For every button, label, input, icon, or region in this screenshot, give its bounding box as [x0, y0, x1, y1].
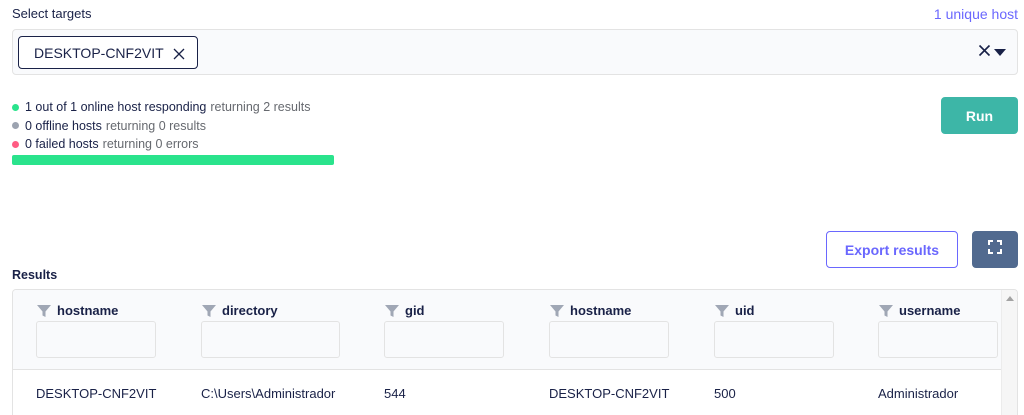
filter-icon — [202, 304, 216, 318]
clear-all-icon[interactable] — [978, 44, 991, 62]
offline-status: 0 offline hosts returning 0 results — [12, 117, 310, 136]
column-header-gid[interactable]: gid — [385, 303, 425, 318]
table-cell: 544 — [384, 386, 406, 401]
export-results-button[interactable]: Export results — [826, 231, 958, 268]
failed-status-text: 0 failed hosts — [25, 137, 99, 151]
filter-icon — [385, 304, 399, 318]
column-header-label: gid — [405, 303, 425, 318]
column-header-hostname-2[interactable]: hostname — [550, 303, 631, 318]
column-header-username[interactable]: username — [879, 303, 960, 318]
run-button[interactable]: Run — [941, 97, 1018, 134]
table-cell: Administrador — [878, 386, 959, 401]
column-header-label: uid — [735, 303, 755, 318]
fullscreen-button[interactable] — [972, 231, 1018, 268]
unique-host-count: 1 unique host — [933, 6, 1018, 22]
progress-bar — [12, 155, 334, 165]
remove-chip-icon[interactable] — [173, 47, 185, 59]
table-cell: C:\Users\Administrador — [201, 386, 336, 401]
table-cell: 500 — [714, 386, 736, 401]
fullscreen-icon — [988, 240, 1002, 259]
offline-dot-icon — [12, 122, 19, 130]
online-status: 1 out of 1 online host responding return… — [12, 98, 310, 117]
scroll-up-arrow-icon[interactable] — [1006, 296, 1014, 301]
column-header-label: directory — [222, 303, 278, 318]
filter-input-hostname[interactable] — [36, 321, 156, 358]
filter-icon — [37, 304, 51, 318]
online-status-suffix: returning 2 results — [210, 100, 311, 114]
filter-input-hostname-2[interactable] — [549, 321, 669, 358]
select-targets-label: Select targets — [12, 6, 92, 21]
filter-input-gid[interactable] — [384, 321, 504, 358]
filter-icon — [879, 304, 893, 318]
table-cell: DESKTOP-CNF2VIT — [36, 386, 157, 401]
table-header: hostname directory gid hostname uid user… — [13, 290, 1003, 370]
column-header-uid[interactable]: uid — [715, 303, 755, 318]
failed-status-suffix: returning 0 errors — [102, 137, 199, 151]
offline-status-suffix: returning 0 results — [105, 118, 206, 133]
target-chip-label: DESKTOP-CNF2VIT — [34, 44, 164, 61]
table-scrollbar[interactable] — [1001, 290, 1017, 415]
offline-status-text: 0 offline hosts — [25, 118, 102, 133]
target-chip: DESKTOP-CNF2VIT — [18, 36, 198, 69]
filter-input-uid[interactable] — [714, 321, 834, 358]
results-heading: Results — [12, 268, 58, 282]
table-cell: DESKTOP-CNF2VIT — [549, 386, 670, 401]
target-selector[interactable]: DESKTOP-CNF2VIT — [12, 29, 1018, 75]
online-dot-icon — [12, 103, 19, 111]
column-header-directory[interactable]: directory — [202, 303, 278, 318]
filter-input-username[interactable] — [878, 321, 998, 358]
column-header-label: hostname — [570, 303, 632, 318]
column-header-label: username — [899, 303, 961, 318]
query-status: 1 out of 1 online host responding return… — [12, 98, 310, 154]
column-header-hostname[interactable]: hostname — [37, 303, 118, 318]
failed-status: 0 failed hosts returning 0 errors — [12, 135, 310, 154]
progress-bar-fill — [12, 155, 334, 165]
filter-icon — [715, 304, 729, 318]
failed-dot-icon — [12, 140, 19, 148]
dropdown-arrow-icon[interactable] — [993, 44, 1007, 62]
column-header-label: hostname — [57, 303, 119, 318]
filter-input-directory[interactable] — [201, 321, 340, 358]
filter-icon — [550, 304, 564, 318]
results-table: hostname directory gid hostname uid user… — [12, 289, 1018, 415]
online-status-text: 1 out of 1 online host responding — [25, 100, 207, 114]
